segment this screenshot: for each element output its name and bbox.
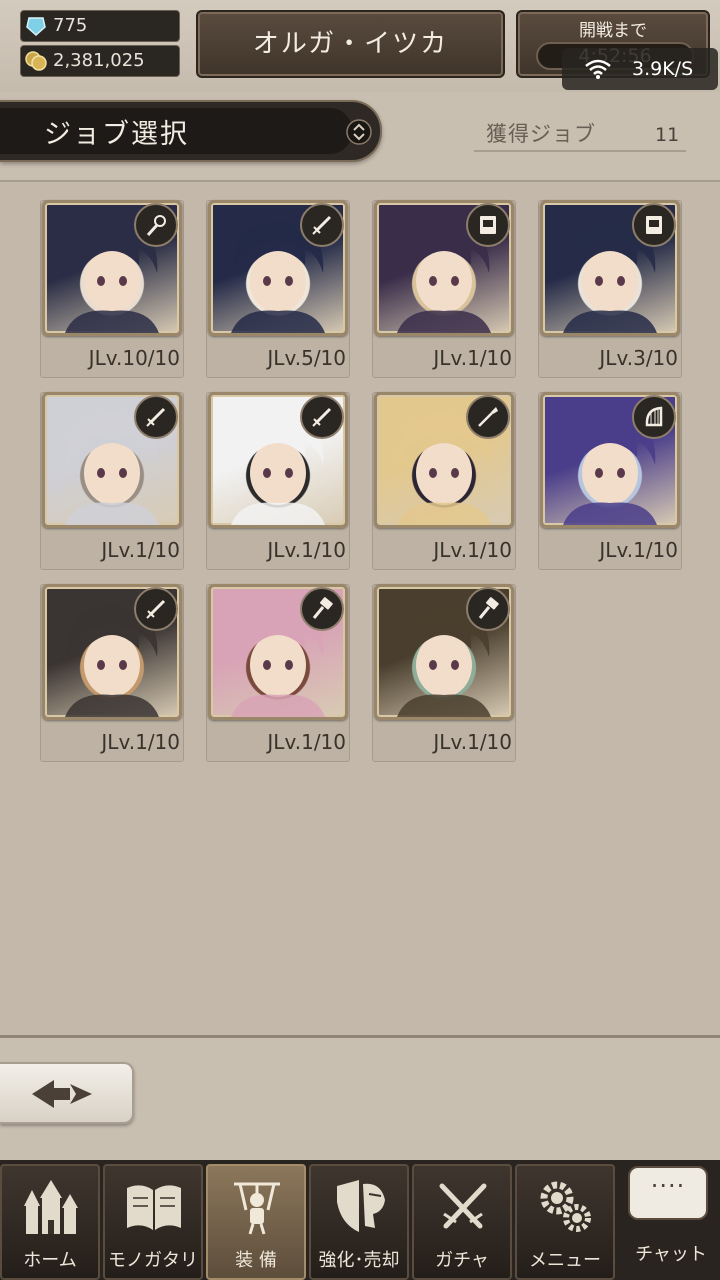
job-level: JLv.1/10 xyxy=(267,730,346,754)
job-level: JLv.1/10 xyxy=(433,730,512,754)
job-card[interactable]: JLv.1/10 xyxy=(372,392,516,570)
nav-gacha-label: ガチャ xyxy=(435,1250,489,1271)
tome-icon xyxy=(466,203,510,247)
spear-icon xyxy=(466,395,510,439)
harp-icon xyxy=(632,395,676,439)
chat-label: チャット xyxy=(635,1244,707,1265)
nav-enhance-button[interactable]: 強化･売却 xyxy=(309,1164,409,1280)
nav-home-button[interactable]: ホーム xyxy=(0,1164,100,1280)
job-select-title-bar: ジョブ選択 xyxy=(0,100,382,162)
tome-icon xyxy=(632,203,676,247)
nav-menu-label: メニュー xyxy=(529,1250,601,1271)
job-card[interactable]: JLv.3/10 xyxy=(538,200,682,378)
nav-menu-button[interactable]: メニュー xyxy=(515,1164,615,1280)
job-card[interactable]: JLv.1/10 xyxy=(206,392,350,570)
page-title: ジョブ選択 xyxy=(44,119,189,150)
bottom-navigation: ホーム モノガタリ 装 備 強化･売却 ガチャ メニュー xyxy=(0,1160,720,1280)
acquired-jobs-label: 獲得ジョブ xyxy=(486,122,596,146)
nav-equip-label: 装 備 xyxy=(235,1250,277,1271)
gears-icon xyxy=(540,1181,591,1232)
sword-icon xyxy=(134,395,178,439)
sort-toggle-icon[interactable] xyxy=(346,119,372,145)
coin-count: 2,381,025 xyxy=(53,50,145,71)
nav-story-label: モノガタリ xyxy=(108,1250,198,1271)
job-card[interactable]: JLv.1/10 xyxy=(40,392,184,570)
hammer-icon xyxy=(466,587,510,631)
job-level: JLv.1/10 xyxy=(433,346,512,370)
gem-counter: 775 xyxy=(20,10,180,42)
job-card[interactable]: JLv.1/10 xyxy=(206,584,350,762)
job-card[interactable]: JLv.1/10 xyxy=(538,392,682,570)
sword-icon xyxy=(300,395,344,439)
job-level: JLv.3/10 xyxy=(599,346,678,370)
shield-helmet-icon xyxy=(337,1180,385,1232)
nav-equip-button[interactable]: 装 備 xyxy=(206,1164,306,1280)
job-level: JLv.1/10 xyxy=(599,538,678,562)
job-card[interactable]: JLv.1/10 xyxy=(372,584,516,762)
job-card[interactable]: JLv.5/10 xyxy=(206,200,350,378)
hammer-icon xyxy=(300,587,344,631)
crossed-swords-icon xyxy=(439,1183,487,1229)
job-level: JLv.1/10 xyxy=(101,730,180,754)
nav-home-label: ホーム xyxy=(23,1250,77,1271)
chat-button[interactable]: ···· チャット xyxy=(622,1164,720,1280)
staff-icon xyxy=(134,203,178,247)
sword-icon xyxy=(134,587,178,631)
network-speed-value: 3.9K/S xyxy=(632,58,694,80)
job-level: JLv.10/10 xyxy=(88,346,180,370)
coin-icon xyxy=(25,51,47,71)
divider xyxy=(474,150,686,152)
network-speed-overlay: 3.9K/S xyxy=(562,48,718,90)
acquired-jobs-count: 11 xyxy=(655,124,680,146)
job-level: JLv.1/10 xyxy=(101,538,180,562)
nav-enhance-label: 強化･売却 xyxy=(318,1250,400,1271)
chat-bubble-icon: ···· xyxy=(628,1166,708,1220)
marionette-icon xyxy=(234,1182,280,1235)
nav-story-button[interactable]: モノガタリ xyxy=(103,1164,203,1280)
battle-countdown-label: 開戦まで xyxy=(579,21,647,41)
job-level: JLv.5/10 xyxy=(267,346,346,370)
job-card[interactable]: JLv.1/10 xyxy=(40,584,184,762)
coin-counter: 2,381,025 xyxy=(20,45,180,77)
nav-gacha-button[interactable]: ガチャ xyxy=(412,1164,512,1280)
job-level: JLv.1/10 xyxy=(267,538,346,562)
gem-count: 775 xyxy=(53,15,88,36)
sword-icon xyxy=(300,203,344,247)
top-header: 775 2,381,025 オルガ・イツカ 開戦まで 4:52:56 3.9K/… xyxy=(0,0,720,92)
open-book-icon xyxy=(127,1185,181,1230)
character-name-button[interactable]: オルガ・イツカ xyxy=(196,10,505,78)
gem-icon xyxy=(26,17,46,37)
back-button[interactable] xyxy=(0,1062,134,1124)
back-arrow-icon xyxy=(32,1080,92,1108)
castle-icon xyxy=(24,1180,78,1234)
job-card[interactable]: JLv.10/10 xyxy=(40,200,184,378)
job-card[interactable]: JLv.1/10 xyxy=(372,200,516,378)
wifi-icon xyxy=(585,59,611,79)
job-level: JLv.1/10 xyxy=(433,538,512,562)
